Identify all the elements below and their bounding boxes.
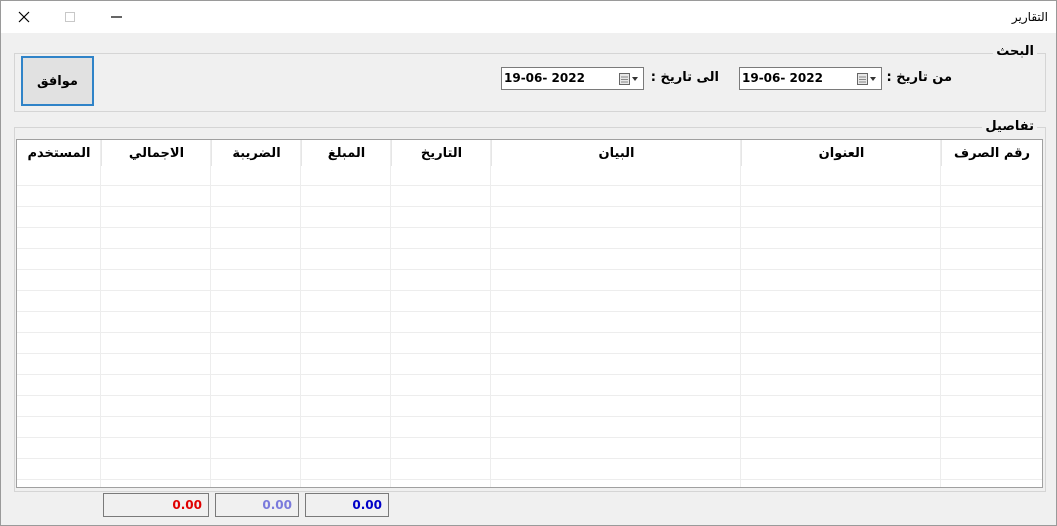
grid-line [740,140,741,487]
minimize-icon[interactable] [93,1,139,33]
search-legend: البحث [993,44,1037,59]
grid-line [17,227,1042,228]
grid-line [17,374,1042,375]
ok-button[interactable]: موافق [21,56,94,106]
to-date-value: 19-06- 2022 [504,71,585,85]
details-legend: تفاصيل [982,119,1037,134]
grid-line [17,479,1042,480]
grid-line [300,140,301,487]
column-header[interactable]: البيان [491,140,741,166]
grid-line [17,437,1042,438]
column-header[interactable]: الاجمالي [101,140,211,166]
grid-line [17,353,1042,354]
column-header[interactable]: العنوان [741,140,941,166]
column-header[interactable]: المستخدم [17,140,101,166]
to-date-label: الى تاريخ : [650,70,719,85]
close-icon[interactable] [1,1,47,33]
to-date-picker[interactable]: 19-06- 2022 [501,67,644,90]
grid-line [17,416,1042,417]
grid-line [17,248,1042,249]
grid-line [17,269,1042,270]
column-header[interactable]: رقم الصرف [941,140,1042,166]
title-bar: التقارير [1,1,1056,33]
amount-sum-field: 0.00 [305,493,389,517]
grid-line [17,185,1042,186]
grid-line [490,140,491,487]
grid-line [17,395,1042,396]
from-date-picker[interactable]: 19-06- 2022 [739,67,882,90]
details-table[interactable]: رقم الصرف العنوان البيان التاريخ المبلغ … [16,139,1043,488]
grid-line [100,140,101,487]
grid-line [17,311,1042,312]
column-header[interactable]: الضريبة [211,140,301,166]
grid-line [940,140,941,487]
grid-line [17,458,1042,459]
window-title: التقارير [1011,10,1048,24]
grid-line [17,332,1042,333]
grid-line [17,290,1042,291]
from-date-label: من تاريخ : [886,70,953,85]
maximize-icon[interactable] [47,1,93,33]
tax-sum-field: 0.00 [215,493,299,517]
from-date-value: 19-06- 2022 [742,71,823,85]
column-header[interactable]: المبلغ [301,140,391,166]
grid-line [210,140,211,487]
grid-line [390,140,391,487]
column-header[interactable]: التاريخ [391,140,491,166]
calendar-icon[interactable] [619,73,639,85]
grid-line [17,206,1042,207]
total-sum-field: 0.00 [103,493,209,517]
calendar-icon[interactable] [857,73,877,85]
reports-window: التقارير البحث من تاريخ : 19-06- 2022 ال… [0,0,1057,526]
